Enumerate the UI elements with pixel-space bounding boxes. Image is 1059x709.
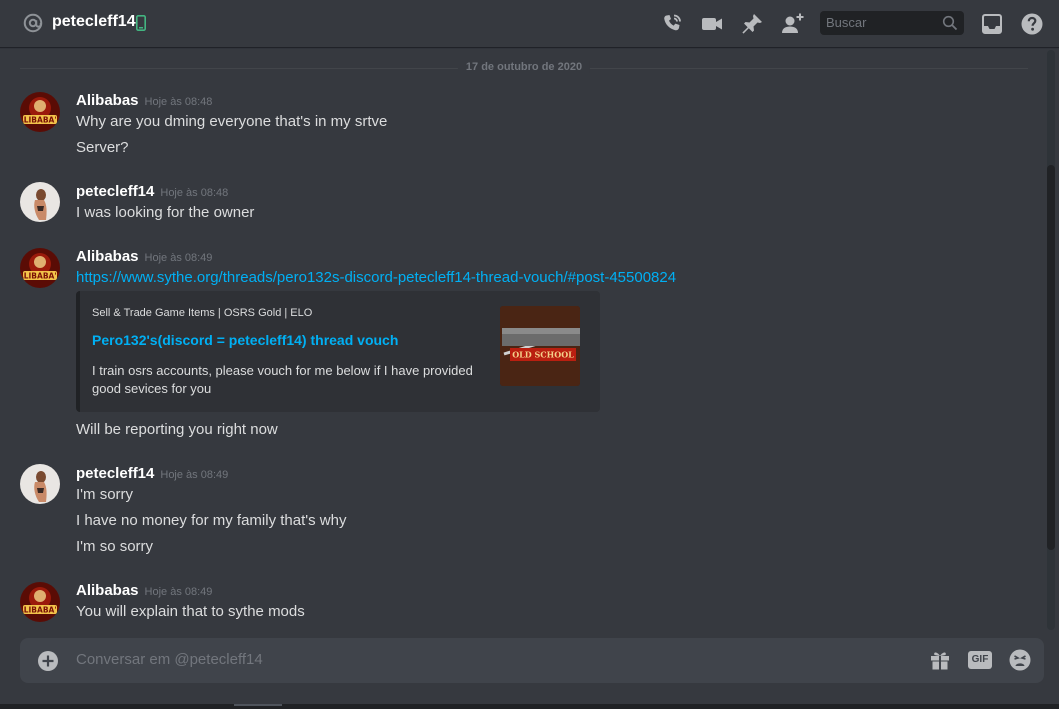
- add-attachment-icon[interactable]: [37, 650, 59, 672]
- link-embed: Sell & Trade Game Items | OSRS Gold | EL…: [76, 291, 600, 412]
- inbox-icon[interactable]: [980, 12, 1004, 36]
- search-box[interactable]: [820, 11, 964, 35]
- scrollbar-thumb[interactable]: [1047, 165, 1055, 550]
- message-author[interactable]: Alibabas Hoje às 08:49: [76, 582, 212, 599]
- search-input[interactable]: [826, 15, 936, 30]
- avatar-alibabas[interactable]: ALIBABA'S: [20, 582, 60, 622]
- scrollbar-track[interactable]: [1047, 50, 1055, 630]
- video-call-icon[interactable]: [700, 12, 724, 36]
- petecleff14-avatar-image: [20, 464, 60, 504]
- message-timestamp: Hoje às 08:48: [144, 96, 213, 108]
- author-name[interactable]: Alibabas: [76, 92, 139, 109]
- message-text: I have no money for my family that's why: [76, 512, 347, 529]
- author-name[interactable]: petecleff14: [76, 183, 154, 200]
- avatar-petecleff14[interactable]: [20, 182, 60, 222]
- message-text: You will explain that to sythe mods: [76, 603, 305, 620]
- author-name[interactable]: petecleff14: [76, 465, 154, 482]
- alibabas-avatar-image: ALIBABA'S: [20, 582, 60, 622]
- dm-username: petecleff14: [52, 13, 136, 30]
- message-text: I'm sorry: [76, 486, 134, 503]
- svg-text:ALIBABA'S: ALIBABA'S: [20, 116, 60, 125]
- date-divider: 17 de outubro de 2020: [20, 61, 1028, 73]
- at-icon: [23, 13, 43, 33]
- svg-text:OLD SCHOOL: OLD SCHOOL: [512, 350, 574, 360]
- mobile-icon: [136, 15, 146, 31]
- message-text: Will be reporting you right now: [76, 421, 278, 438]
- message-timestamp: Hoje às 08:49: [144, 586, 213, 598]
- thread-link[interactable]: https://www.sythe.org/threads/pero132s-d…: [76, 269, 676, 286]
- embed-thumbnail[interactable]: OLD SCHOOL: [500, 306, 580, 386]
- author-name[interactable]: Alibabas: [76, 582, 139, 599]
- alibabas-avatar-image: ALIBABA'S: [20, 248, 60, 288]
- pin-icon[interactable]: [740, 12, 764, 36]
- avatar-alibabas[interactable]: ALIBABA'S: [20, 92, 60, 132]
- message-composer: GIF: [20, 638, 1044, 683]
- phone-call-icon[interactable]: [660, 12, 684, 36]
- window-edge-segment: [234, 704, 282, 706]
- embed-provider[interactable]: Sell & Trade Game Items | OSRS Gold | EL…: [92, 307, 312, 319]
- message-timestamp: Hoje às 08:49: [144, 252, 213, 264]
- channel-header: petecleff14: [0, 0, 1059, 47]
- alibabas-avatar-image: ALIBABA'S: [20, 92, 60, 132]
- embed-title[interactable]: Pero132's(discord = petecleff14) thread …: [92, 332, 398, 348]
- message-author[interactable]: petecleff14 Hoje às 08:49: [76, 465, 228, 482]
- message-link-line: https://www.sythe.org/threads/pero132s-d…: [76, 269, 676, 286]
- message-author[interactable]: Alibabas Hoje às 08:49: [76, 248, 212, 265]
- emoji-picker-icon[interactable]: [1008, 648, 1032, 672]
- add-friend-icon[interactable]: [780, 12, 804, 36]
- svg-text:ALIBABA'S: ALIBABA'S: [20, 272, 60, 281]
- message-text: Server?: [76, 139, 129, 156]
- message-list: 17 de outubro de 2020 ALIBABA'S Alibabas…: [0, 48, 1044, 628]
- message-text: I'm so sorry: [76, 538, 154, 555]
- message-author[interactable]: petecleff14 Hoje às 08:48: [76, 183, 228, 200]
- avatar-alibabas[interactable]: ALIBABA'S: [20, 248, 60, 288]
- message-input[interactable]: [76, 651, 896, 668]
- osrs-logo-image: OLD SCHOOL: [500, 306, 580, 386]
- message-author[interactable]: Alibabas Hoje às 08:48: [76, 92, 212, 109]
- embed-description: I train osrs accounts, please vouch for …: [92, 363, 473, 396]
- gift-icon[interactable]: [928, 648, 952, 672]
- gif-button[interactable]: GIF: [968, 651, 992, 669]
- message-text: I was looking for the owner: [76, 204, 255, 221]
- search-icon[interactable]: [942, 15, 958, 31]
- message-timestamp: Hoje às 08:48: [160, 187, 229, 199]
- bottom-window-edge: [0, 704, 1059, 709]
- petecleff14-avatar-image: [20, 182, 60, 222]
- avatar-petecleff14[interactable]: [20, 464, 60, 504]
- message-timestamp: Hoje às 08:49: [160, 469, 229, 481]
- date-divider-label: 17 de outubro de 2020: [457, 61, 591, 73]
- help-icon[interactable]: [1020, 12, 1044, 36]
- message-text: Why are you dming everyone that's in my …: [76, 113, 388, 130]
- svg-text:ALIBABA'S: ALIBABA'S: [20, 606, 60, 615]
- author-name[interactable]: Alibabas: [76, 248, 139, 265]
